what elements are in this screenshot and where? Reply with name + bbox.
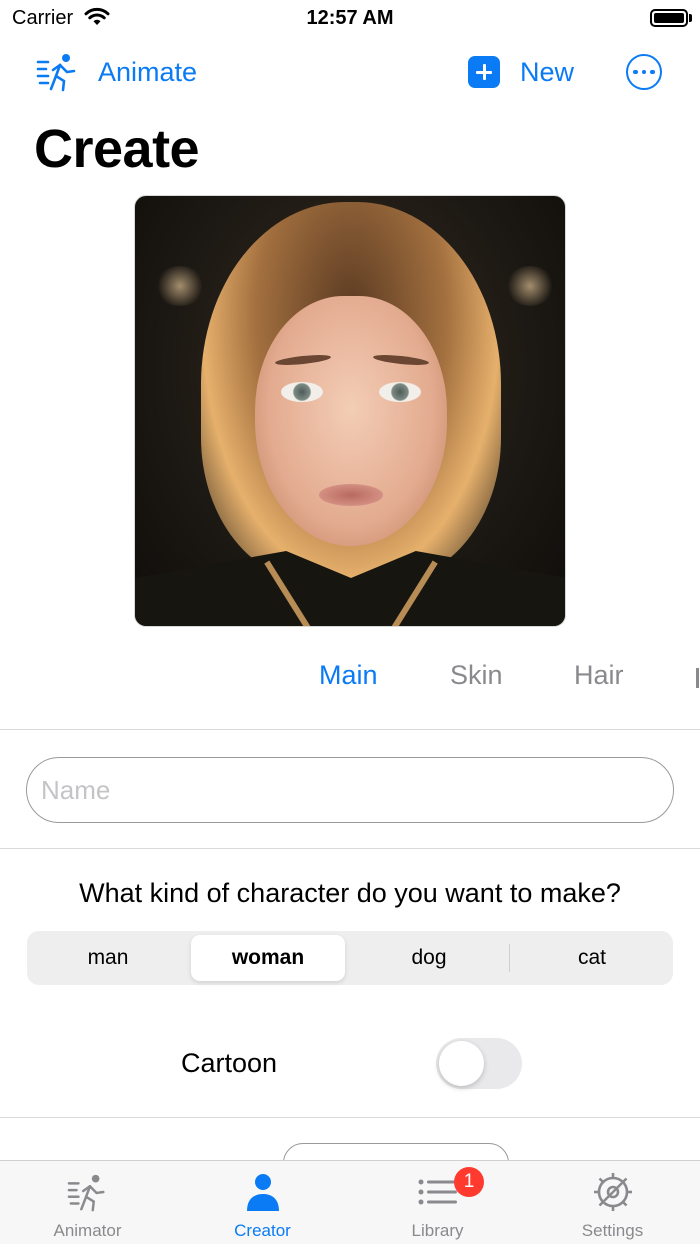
- section-tabs: Main Skin Hair: [0, 656, 700, 702]
- person-icon: [247, 1174, 279, 1211]
- plus-square-icon: [468, 56, 500, 88]
- tabbar-label: Library: [411, 1221, 464, 1240]
- portrait-lips: [319, 484, 383, 506]
- more-options-button[interactable]: [626, 54, 662, 90]
- ellipsis-dot: [633, 69, 638, 75]
- segment-separator: [509, 944, 510, 972]
- tab-main[interactable]: Main: [319, 660, 378, 691]
- tabbar-item-library[interactable]: Library: [350, 1161, 525, 1244]
- portrait-face: [255, 296, 447, 546]
- tabbar-item-animator[interactable]: Animator: [0, 1161, 175, 1244]
- status-bar: Carrier 12:57 AM: [0, 0, 700, 36]
- divider: [0, 729, 700, 730]
- character-portrait[interactable]: [134, 195, 566, 627]
- portrait-eye: [281, 382, 323, 402]
- page-title: Create: [34, 119, 200, 179]
- running-figure-icon: [36, 54, 76, 92]
- running-figure-icon: [67, 1174, 105, 1212]
- battery-cap: [689, 14, 692, 22]
- name-input[interactable]: [26, 757, 674, 823]
- segment-cat[interactable]: cat: [515, 935, 669, 981]
- tabbar-item-creator[interactable]: Creator: [175, 1161, 350, 1244]
- battery-icon: [650, 9, 688, 27]
- tab-skin[interactable]: Skin: [450, 660, 503, 691]
- library-badge: 1: [454, 1167, 484, 1197]
- tabbar-label: Animator: [53, 1221, 122, 1240]
- animate-label: Animate: [98, 56, 198, 87]
- new-label: New: [520, 56, 575, 87]
- gear-icon: [594, 1173, 632, 1211]
- character-type-segmented-control: man woman dog cat: [27, 931, 673, 985]
- cartoon-toggle[interactable]: [436, 1038, 522, 1089]
- tab-bar: Animator Creator Library Settings: [0, 1160, 700, 1244]
- nav-bar: Animate New: [0, 44, 700, 100]
- cartoon-label: Cartoon: [181, 1048, 278, 1078]
- animate-button[interactable]: Animate: [36, 50, 197, 94]
- tab-hair[interactable]: Hair: [574, 660, 624, 691]
- tabbar-label: Settings: [581, 1221, 644, 1240]
- background-light: [155, 266, 205, 306]
- segment-dog[interactable]: dog: [352, 935, 506, 981]
- segment-woman[interactable]: woman: [191, 935, 345, 981]
- tab-overflow-edge: [696, 668, 699, 688]
- tabbar-label: Creator: [234, 1221, 291, 1240]
- portrait-eye: [379, 382, 421, 402]
- new-button[interactable]: New: [468, 50, 574, 94]
- toggle-knob: [439, 1041, 484, 1086]
- clock: 12:57 AM: [306, 7, 394, 29]
- segment-man[interactable]: man: [31, 935, 185, 981]
- ellipsis-dot: [650, 69, 655, 75]
- divider: [0, 1117, 700, 1118]
- tabbar-item-settings[interactable]: Settings: [525, 1161, 700, 1244]
- divider: [0, 848, 700, 849]
- ellipsis-dot: [641, 69, 647, 75]
- background-light: [505, 266, 555, 306]
- list-icon: [418, 1179, 457, 1205]
- character-type-question: What kind of character do you want to ma…: [79, 878, 621, 908]
